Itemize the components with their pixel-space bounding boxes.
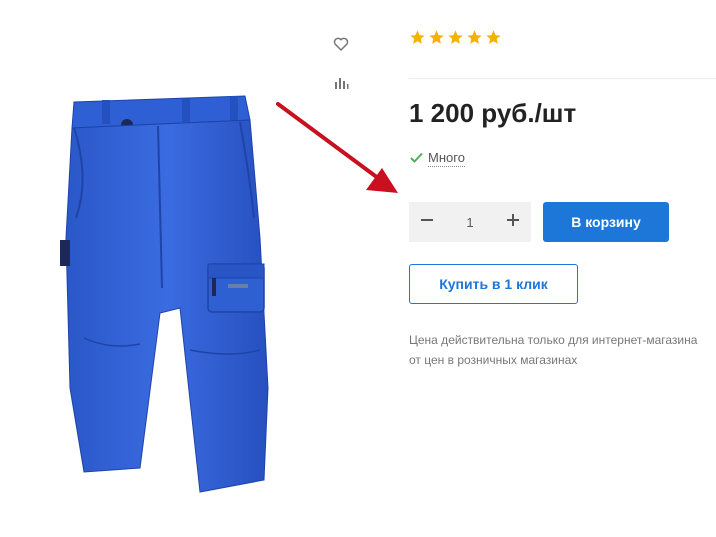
quantity-stepper[interactable]: 1 — [409, 202, 531, 242]
checkmark-icon — [410, 151, 423, 166]
heart-icon[interactable] — [331, 34, 351, 54]
star-icon — [428, 29, 445, 51]
quantity-value[interactable]: 1 — [445, 215, 495, 230]
divider — [409, 78, 716, 79]
compare-chart-icon[interactable] — [331, 73, 351, 93]
stock-status: Много — [410, 150, 465, 167]
stock-label[interactable]: Много — [428, 150, 465, 167]
price-note: Цена действительна только для интернет-м… — [409, 330, 716, 370]
star-icon — [485, 29, 502, 51]
buy-one-click-button[interactable]: Купить в 1 клик — [409, 264, 578, 304]
minus-icon — [420, 213, 434, 232]
price-note-line2: от цен в розничных магазинах — [409, 353, 578, 367]
rating-stars — [409, 29, 502, 51]
plus-icon — [506, 213, 520, 232]
add-to-cart-button[interactable]: В корзину — [543, 202, 669, 242]
star-icon — [447, 29, 464, 51]
product-image[interactable] — [40, 88, 300, 508]
star-icon — [409, 29, 426, 51]
decrement-button[interactable] — [409, 202, 445, 242]
increment-button[interactable] — [495, 202, 531, 242]
star-icon — [466, 29, 483, 51]
price-note-line1: Цена действительна только для интернет-м… — [409, 333, 698, 347]
price: 1 200 руб./шт — [409, 98, 577, 128]
